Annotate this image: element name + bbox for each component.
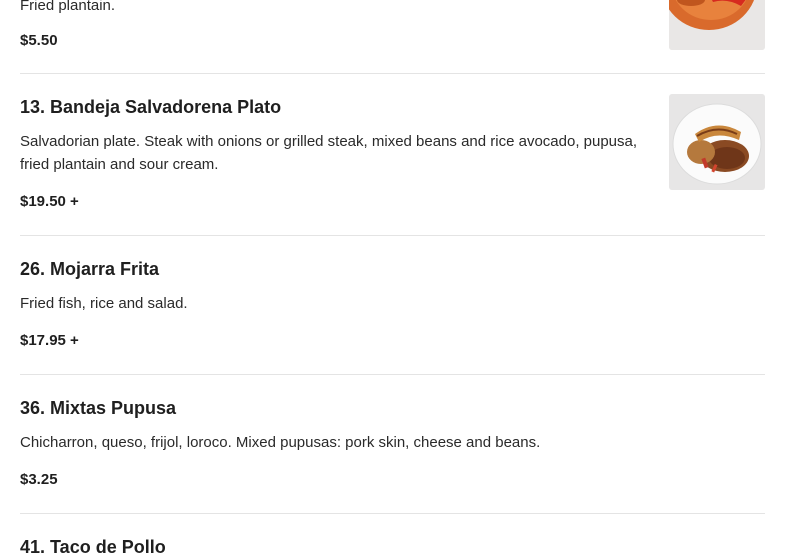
menu-item[interactable]: 13. Bandeja Salvadorena Plato Salvadoria… <box>20 73 765 236</box>
item-title: 36. Mixtas Pupusa <box>20 398 177 418</box>
item-title: 41. Taco de Pollo <box>20 537 166 557</box>
item-title: 26. Mojarra Frita <box>20 259 160 279</box>
bandeja-plate-photo[interactable] <box>669 94 765 190</box>
menu-item[interactable]: 36. Mixtas Pupusa Chicharron, queso, fri… <box>20 374 765 514</box>
item-description: Fried plantain. <box>20 0 116 14</box>
item-price: $3.25 <box>20 471 58 488</box>
item-description: Chicharron, queso, frijol, loroco. Mixed… <box>20 434 541 451</box>
item-description: Salvadorian plate. Steak with onions or … <box>20 133 638 173</box>
menu-item[interactable]: 26. Mojarra Frita Fried fish, rice and s… <box>20 235 765 375</box>
item-price: $17.95 + <box>20 332 79 349</box>
menu-item[interactable]: 41. Taco de Pollo <box>20 513 765 557</box>
menu-item[interactable]: Fried plantain. $5.50 <box>20 0 765 74</box>
item-price: $5.50 <box>20 32 58 49</box>
item-title: 13. Bandeja Salvadorena Plato <box>20 97 282 117</box>
item-price: $19.50 + <box>20 193 79 210</box>
item-description: Fried fish, rice and salad. <box>20 295 188 312</box>
plantain-dish-photo[interactable] <box>669 0 765 50</box>
